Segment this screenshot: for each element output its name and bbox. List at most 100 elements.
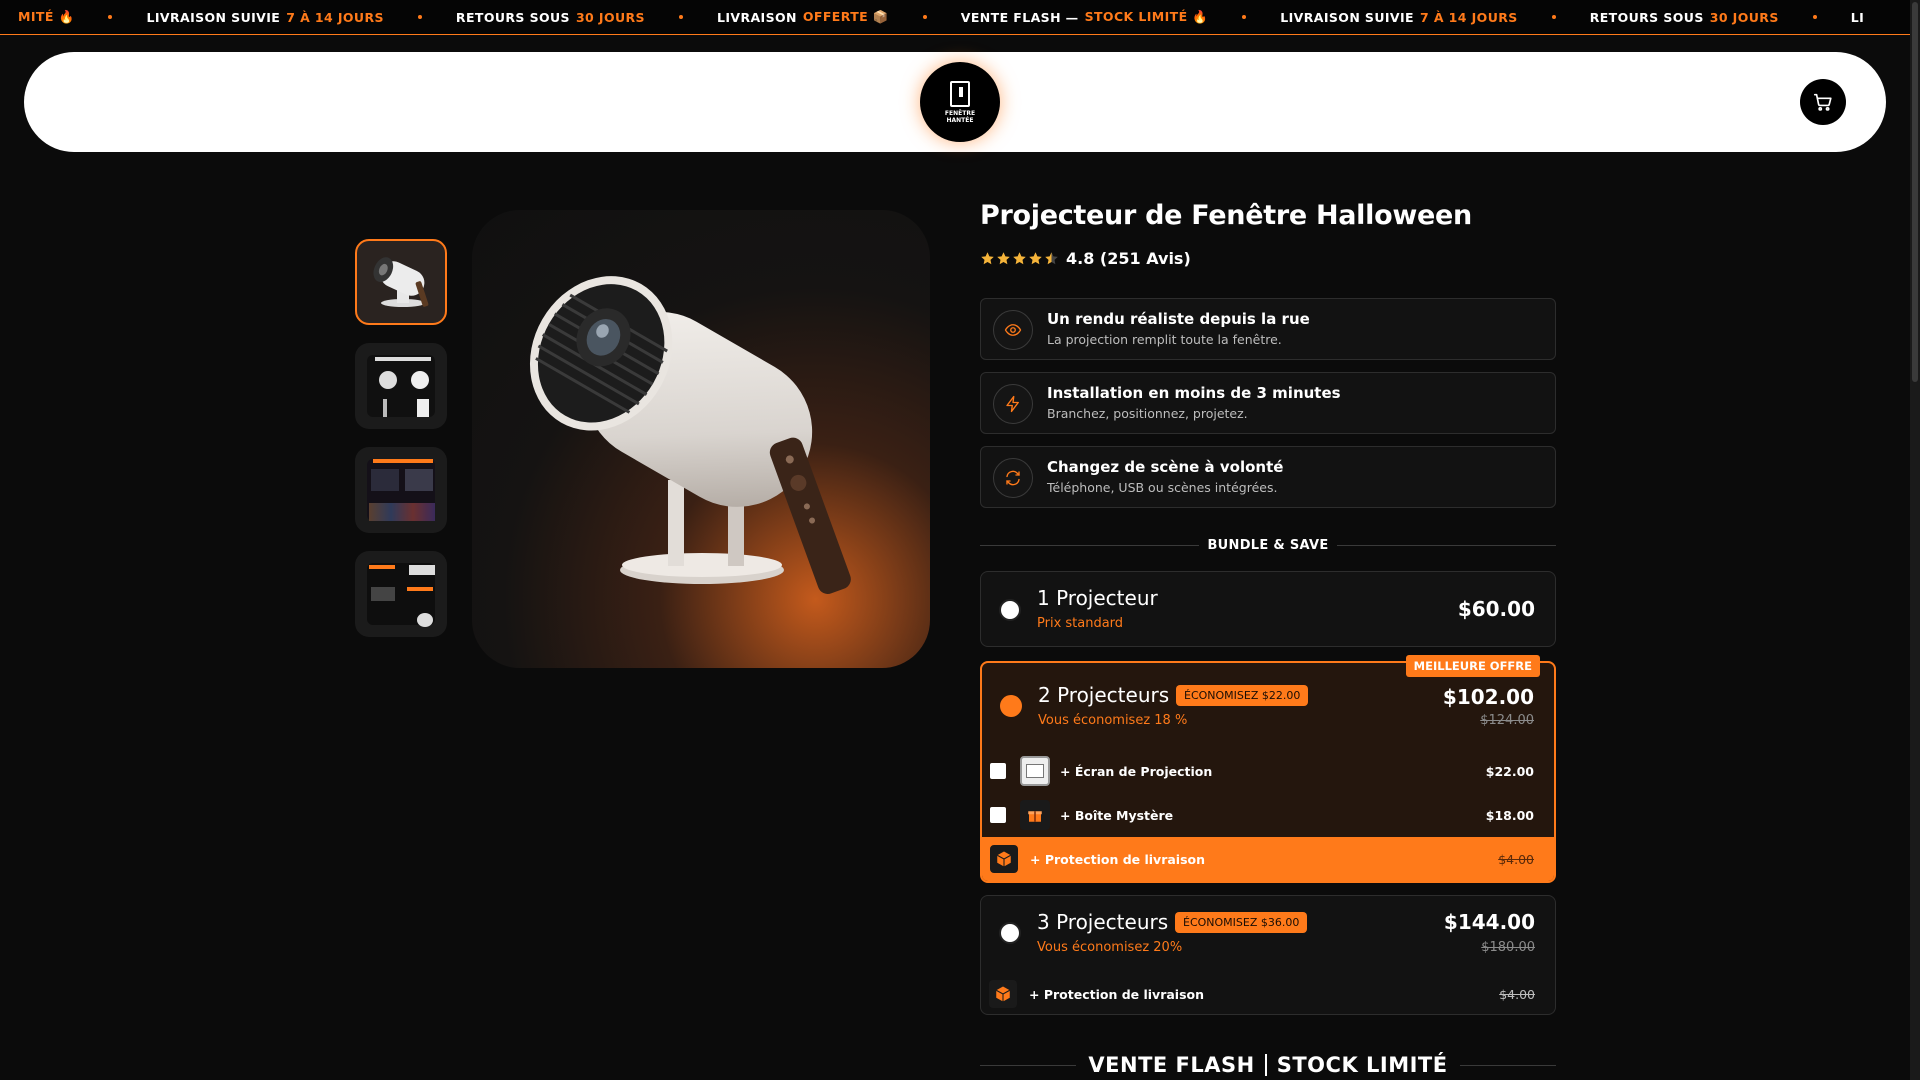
door-icon <box>950 80 970 107</box>
bundle-name: 1 Projecteur <box>1037 586 1158 610</box>
ticker-item: LIVRAISON OFFERTE 📦 <box>683 9 923 25</box>
ticker-item-highlight: 7 À 14 JOURS <box>1420 9 1518 25</box>
product-rating[interactable]: 4.8 (251 Avis) <box>980 249 1556 268</box>
bundle-radio[interactable] <box>999 599 1021 621</box>
rating-text: 4.8 (251 Avis) <box>1066 249 1191 268</box>
refresh-icon <box>993 458 1033 498</box>
ticker-item-text: LIVRAISON SUIVIE <box>1280 9 1414 25</box>
cart-button[interactable] <box>1800 79 1846 125</box>
limited-stock-text: STOCK LIMITÉ <box>1276 1053 1448 1077</box>
flash-sale-text: VENTE FLASH <box>1088 1053 1255 1077</box>
ticker-item-highlight: 30 JOURS <box>575 9 645 25</box>
screen-icon <box>1020 756 1050 786</box>
feature-title: Un rendu réaliste depuis la rue <box>1047 310 1310 328</box>
addon-projection-screen[interactable]: + Écran de Projection $22.00 <box>990 755 1534 787</box>
bundle-radio[interactable] <box>999 922 1021 944</box>
ticker-item: LIVRAISON SUIVIE 7 À 14 JOURS <box>112 10 417 25</box>
ticker-item-highlight: OFFERTE 📦 <box>802 9 889 24</box>
star-icon <box>1045 252 1058 265</box>
protection-price: $4.00 <box>1499 986 1535 1002</box>
thumbnail-2[interactable] <box>355 343 447 429</box>
ticker-item-text: LIVRAISON SUIVIE <box>146 9 281 25</box>
bundle-option-3[interactable]: 3 Projecteurs ÉCONOMISEZ $36.00 Vous éco… <box>980 895 1556 1015</box>
projector-thumbnail-image <box>373 257 429 307</box>
shipping-protection[interactable]: + Protection de livraison $4.00 <box>981 972 1555 1016</box>
bundle-name: 3 Projecteurs <box>1037 910 1169 934</box>
bundle-subtitle: Vous économisez 20% <box>1037 940 1183 955</box>
feature-subtitle: La projection remplit toute la fenêtre. <box>1047 332 1282 347</box>
lightning-icon <box>993 384 1033 424</box>
star-icon <box>1029 252 1042 265</box>
gift-box-icon <box>1020 800 1050 830</box>
addon-label: + Boîte Mystère <box>1060 807 1174 823</box>
bundle-old-price: $180.00 <box>1481 940 1535 955</box>
ticker-track: MITÉ 🔥 LIVRAISON SUIVIE 7 À 14 JOURS RETOUR… <box>0 0 1898 34</box>
star-icon <box>997 252 1010 265</box>
bundle-heading-text: BUNDLE & SAVE <box>1207 538 1329 553</box>
feature-card: Installation en moins de 3 minutes Branc… <box>980 372 1556 434</box>
ticker-item-highlight: 7 À 14 JOURS <box>286 9 384 25</box>
site-header: FENÊTRE HANTÉE <box>24 52 1886 152</box>
ticker-item-text: RETOURS SOUS <box>455 9 570 25</box>
feature-card: Changez de scène à volonté Téléphone, US… <box>980 446 1556 508</box>
addon-checkbox[interactable] <box>990 763 1006 779</box>
thumbnail-3[interactable] <box>355 447 447 533</box>
bundle-name: 2 Projecteurs <box>1038 683 1170 707</box>
bundle-price: $144.00 <box>1443 910 1535 934</box>
bundle-option-1[interactable]: 1 Projecteur Prix standard $60.00 <box>980 571 1556 647</box>
savings-badge: ÉCONOMISEZ $22.00 <box>1176 685 1309 706</box>
features-list: Un rendu réaliste depuis la rue La proje… <box>980 298 1556 508</box>
savings-badge: ÉCONOMISEZ $36.00 <box>1175 912 1308 933</box>
ticker-item: RETOURS SOUS 30 JOURS <box>1556 10 1813 25</box>
bundle-price: $102.00 <box>1442 685 1534 709</box>
ticker-item-text: LI <box>1850 9 1865 25</box>
ticker-item-text: VENTE FLASH — <box>960 9 1079 25</box>
scrollbar-thumb[interactable] <box>1912 2 1918 382</box>
bundle-heading: BUNDLE & SAVE <box>980 538 1557 553</box>
flash-sale-banner: VENTE FLASH STOCK LIMITÉ <box>980 1053 1556 1077</box>
shipping-protection[interactable]: + Protection de livraison $4.00 <box>982 837 1554 881</box>
addon-mystery-box[interactable]: + Boîte Mystère $18.00 <box>990 799 1534 831</box>
package-icon <box>989 980 1017 1008</box>
feature-subtitle: Branchez, positionnez, projetez. <box>1047 406 1248 421</box>
bundle-old-price: $124.00 <box>1480 713 1534 728</box>
protection-price: $4.00 <box>1498 851 1534 867</box>
bundle-radio-selected[interactable] <box>1000 695 1022 717</box>
addon-price: $18.00 <box>1485 807 1534 823</box>
thumbnail-4[interactable] <box>355 551 447 637</box>
star-icon <box>981 252 994 265</box>
logo-text: FENÊTRE HANTÉE <box>944 109 976 124</box>
ticker-item: VENTE FLASH — STOCK LIMITÉ 🔥 <box>927 9 1242 25</box>
page-scrollbar[interactable] <box>1910 0 1920 1080</box>
brand-logo[interactable]: FENÊTRE HANTÉE <box>920 62 1000 142</box>
bundle-price: $60.00 <box>1457 597 1535 621</box>
star-icon <box>1013 252 1026 265</box>
thumbnail-1[interactable] <box>355 239 447 325</box>
best-offer-badge: MEILLEURE OFFRE <box>1405 655 1540 677</box>
ticker-item: LI <box>1817 10 1898 25</box>
protection-label: + Protection de livraison <box>1029 986 1205 1002</box>
addon-label: + Écran de Projection <box>1060 763 1213 779</box>
package-icon <box>990 845 1018 873</box>
ticker-item-highlight: STOCK LIMITÉ 🔥 <box>1084 9 1209 24</box>
addon-checkbox[interactable] <box>990 807 1006 823</box>
feature-title: Installation en moins de 3 minutes <box>1047 384 1341 402</box>
ticker-item: LIVRAISON SUIVIE 7 À 14 JOURS <box>1246 10 1551 25</box>
bundle-option-2[interactable]: MEILLEURE OFFRE 2 Projecteurs ÉCONOMISEZ… <box>980 655 1556 883</box>
addon-price: $22.00 <box>1485 763 1534 779</box>
ticker-item: RETOURS SOUS 30 JOURS <box>422 10 679 25</box>
cart-icon <box>1813 93 1832 111</box>
bundle-subtitle: Vous économisez 18 % <box>1038 713 1188 728</box>
ticker-item-highlight: 30 JOURS <box>1709 9 1779 25</box>
thumbnail-gallery <box>355 239 447 655</box>
projector-illustration <box>529 276 851 594</box>
eye-icon <box>993 310 1033 350</box>
ticker-item: MITÉ 🔥 <box>0 9 108 25</box>
ticker-item-highlight: MITÉ 🔥 <box>18 9 75 24</box>
ticker-item-text: RETOURS SOUS <box>1589 9 1704 25</box>
protection-label: + Protection de livraison <box>1030 851 1206 867</box>
feature-card: Un rendu réaliste depuis la rue La proje… <box>980 298 1556 360</box>
star-rating <box>980 251 1060 266</box>
announcement-ticker: MITÉ 🔥 LIVRAISON SUIVIE 7 À 14 JOURS RETOUR… <box>0 0 1910 35</box>
main-product-image[interactable] <box>472 210 930 668</box>
